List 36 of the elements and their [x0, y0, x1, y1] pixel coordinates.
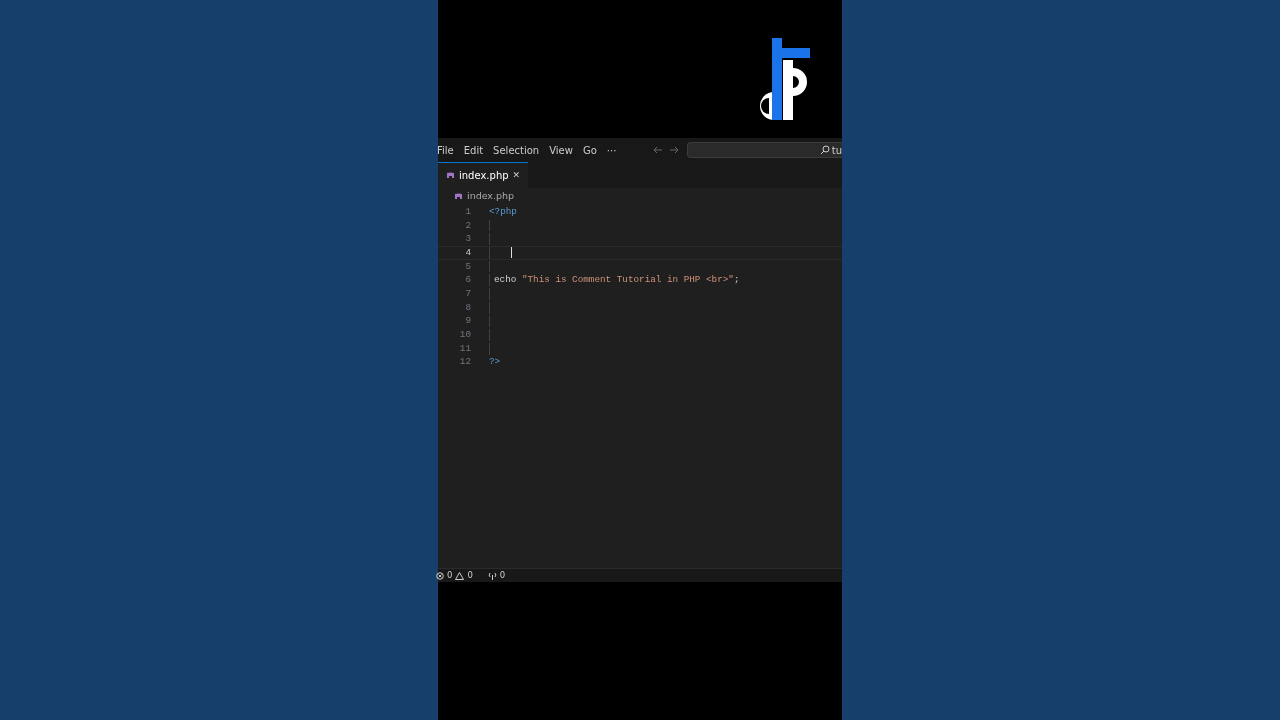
back-arrow-icon[interactable]	[653, 146, 664, 154]
warning-icon	[455, 571, 465, 580]
menu-item[interactable]: File	[432, 142, 459, 158]
error-count[interactable]: 0	[447, 569, 453, 582]
line-number: 7	[464, 287, 471, 301]
code-line: ?>	[489, 355, 501, 370]
line-number: 5	[464, 259, 471, 274]
line-number: 10	[458, 328, 471, 342]
line-number: 6	[464, 273, 471, 288]
warning-count[interactable]: 0	[467, 569, 473, 582]
line-number: 8	[464, 300, 471, 315]
code-line: echo "This is Comment Tutorial in PHP <br>";	[494, 273, 740, 288]
breadcrumb-item[interactable]: index.php	[467, 188, 515, 204]
menu-item[interactable]: ···	[601, 142, 622, 158]
search-text: tu	[831, 143, 842, 158]
search-icon	[819, 145, 830, 155]
line-number: 12	[458, 355, 471, 370]
line-number: 4	[464, 245, 471, 260]
error-icon	[436, 571, 444, 580]
menu-item[interactable]: Edit	[458, 142, 489, 158]
line-number: 9	[464, 314, 471, 329]
line-number: 3	[464, 232, 471, 247]
forward-arrow-icon[interactable]	[669, 146, 680, 154]
menu-item[interactable]: View	[544, 142, 578, 158]
code-line: <?php	[489, 204, 517, 219]
text-cursor	[511, 247, 512, 259]
close-button[interactable]: ✕	[512, 168, 521, 183]
line-number: 1	[464, 204, 471, 219]
search-field[interactable]: tu	[687, 142, 842, 158]
antenna-icon	[487, 571, 497, 580]
editor-tab[interactable]: index.php ✕	[438, 162, 529, 188]
line-number: 11	[458, 341, 471, 356]
ports-count[interactable]: 0	[499, 569, 506, 582]
menu-item[interactable]: Go	[577, 142, 602, 158]
line-number: 2	[464, 218, 471, 233]
menu-item[interactable]: Selection	[488, 142, 545, 158]
